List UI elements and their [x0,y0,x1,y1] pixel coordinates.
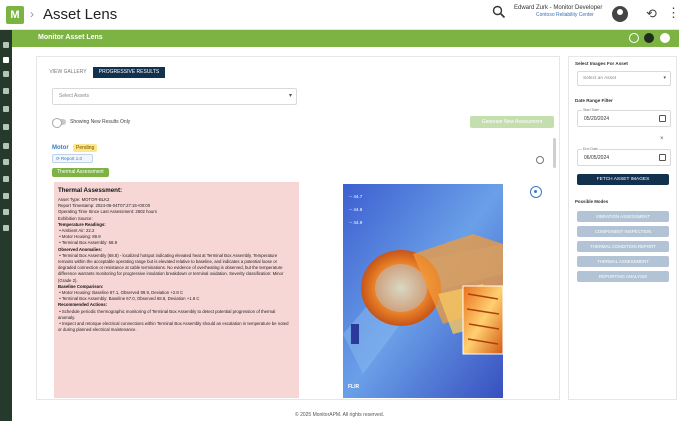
start-date-field[interactable]: Start Date 05/20/2024 [577,108,671,127]
search-icon[interactable] [492,5,506,19]
breadcrumb-chevron-icon: › [30,7,34,21]
new-results-toggle[interactable] [52,118,66,128]
nav-building-icon[interactable] [3,124,9,130]
history-icon[interactable]: ⟲ [646,6,657,22]
select-radio[interactable] [536,156,544,164]
asset-name[interactable]: Motor [52,145,69,151]
user-organization: Contoso Reliability Center [536,12,594,18]
close-icon[interactable]: × [660,136,664,142]
user-name: Edward Zurk - Monitor Developer [514,5,603,11]
modes-heading: Possible Modes [575,199,609,204]
asset-select-right[interactable]: Select an Asset ▾ [577,71,671,86]
fetch-asset-images-button[interactable]: FETCH ASSET IMAGES [577,174,669,185]
temperature-readout: -- 44.9 [349,220,363,225]
right-panel: Select Images For Asset Select an Asset … [568,56,677,400]
assessment-title: Thermal Assessment: [58,187,123,194]
rotate-icon[interactable] [530,186,542,198]
footer-copyright: © 2025 MonitorAPM. All rights reserved. [295,412,384,418]
action-item: • Inspect and retorque electrical connec… [58,321,289,333]
report-label: Report 1.0 [61,156,83,161]
nav-list-icon[interactable] [3,88,9,94]
left-nav [0,30,12,421]
list-scrollbar[interactable] [553,138,556,168]
theme-icon[interactable] [660,33,670,43]
status-badge: Pending [73,144,98,152]
nav-asset-lens-icon[interactable] [3,57,9,63]
end-date-value: 06/05/2024 [584,155,610,161]
nav-bolt-icon[interactable] [3,159,9,165]
mode-button[interactable]: COMPONENT INSPECTION [577,226,669,237]
right-panel-heading: Select Images For Asset [575,61,628,66]
start-date-caption: Start Date [582,108,601,112]
nav-chart-icon[interactable] [3,193,9,199]
nav-database-icon[interactable] [3,225,9,231]
report-button[interactable]: ⟳ Report 1.0 [52,154,93,163]
avatar-icon[interactable] [612,6,628,22]
tab-progressive-results[interactable]: PROGRESSIVE RESULTS [93,67,165,78]
refresh-icon[interactable] [629,33,639,43]
thermal-assessment-chip[interactable]: Thermal Assessment [52,168,109,177]
help-icon[interactable] [644,33,654,43]
app-logo[interactable]: M [6,6,24,24]
asset-select-value: Select Assets [59,93,90,99]
main-panel: VIEW GALLERY PROGRESSIVE RESULTS Select … [36,56,560,400]
temperature-readout: -- 44.8 [349,207,363,212]
module-title: Monitor Asset Lens [38,34,103,41]
chevron-down-icon: ▾ [663,75,666,81]
thermal-image-graphic [343,184,503,398]
nav-home-icon[interactable] [3,42,9,48]
calendar-icon[interactable] [659,115,666,122]
thermal-image[interactable]: -- 44.7 -- 44.8 -- 44.9 FLIR [343,184,503,398]
chevron-down-icon: ▾ [288,93,292,99]
more-options-icon[interactable]: ⋮ [667,5,679,21]
app-title: Asset Lens [43,6,118,23]
temperature-readout: -- 44.7 [349,194,363,199]
assessment-card: Thermal Assessment: Asset Type: MOTOR-BL… [54,182,299,398]
nav-grid-icon[interactable] [3,209,9,215]
nav-tools-icon[interactable] [3,106,9,112]
asset-select[interactable]: Select Assets ▾ [52,88,297,105]
camera-brand: FLIR [348,384,360,390]
nav-settings-icon[interactable] [3,71,9,77]
toggle-label: Showing New Results Only [70,119,131,125]
mode-button[interactable]: THERMAL ASSESSMENT [577,256,669,267]
mode-button[interactable]: VIBRATION ASSESSMENT [577,211,669,222]
mode-button[interactable]: REPORTING ANALYSIS [577,271,669,282]
nav-layers-icon[interactable] [3,176,9,182]
tab-view-gallery[interactable]: VIEW GALLERY [45,67,91,78]
anomaly-text: • Terminal Box Assembly (68.8) - localiz… [58,252,284,283]
mode-button[interactable]: THERMAL CONDITION REPORT [577,241,669,252]
date-range-heading: Date Range Filter [575,98,613,103]
module-header: Monitor Asset Lens [12,30,679,47]
nav-info-icon[interactable] [3,143,9,149]
calendar-icon[interactable] [659,154,666,161]
end-date-field[interactable]: End Date 06/05/2024 [577,147,671,166]
end-date-caption: End Date [582,147,599,151]
start-date-value: 05/20/2024 [584,116,610,122]
action-item: • Schedule periodic thermographic monito… [58,308,276,320]
top-bar: M › Asset Lens Edward Zurk - Monitor Dev… [0,0,679,30]
asset-select-right-value: Select an Asset [583,76,617,81]
generate-assessment-button[interactable]: Generate New Assessment [470,116,554,128]
